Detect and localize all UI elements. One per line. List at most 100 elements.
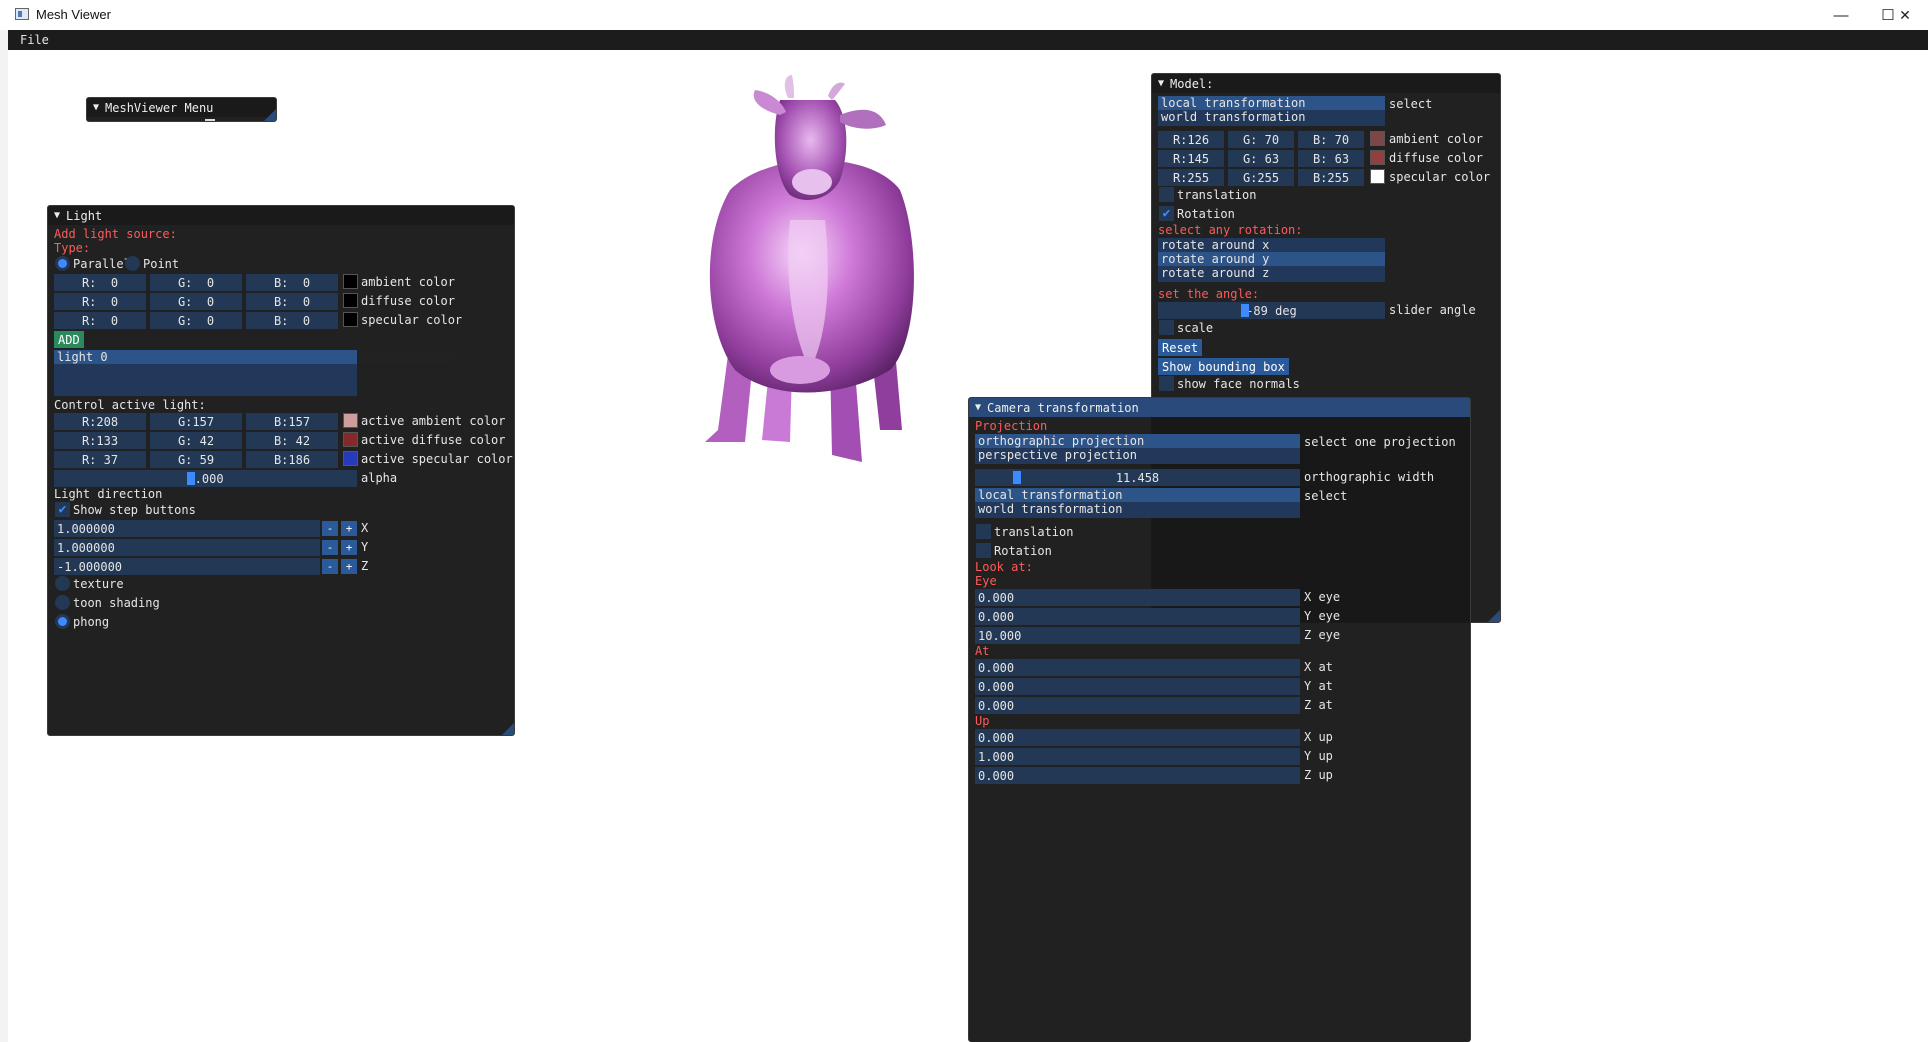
at-x-input[interactable]: 0.000: [975, 659, 1300, 676]
perspective-item[interactable]: perspective projection: [975, 448, 1300, 462]
model-diffuse-swatch[interactable]: [1370, 150, 1385, 165]
ortho-width-grab[interactable]: [1013, 471, 1021, 484]
active-diffuse-b[interactable]: B: 42: [246, 432, 338, 449]
active-ambient-b[interactable]: B:157: [246, 413, 338, 430]
direction-y-input[interactable]: 1.000000: [54, 539, 320, 556]
model-ambient-b[interactable]: B: 70: [1298, 131, 1364, 148]
direction-z-input[interactable]: -1.000000: [54, 558, 320, 575]
direction-x-input[interactable]: 1.000000: [54, 520, 320, 537]
eye-x-input[interactable]: 0.000: [975, 589, 1300, 606]
direction-z-plus-button[interactable]: +: [341, 559, 357, 574]
up-y-input[interactable]: 1.000: [975, 748, 1300, 765]
light-diffuse-swatch[interactable]: [343, 293, 358, 308]
show-bounding-box-button[interactable]: Show bounding box: [1158, 358, 1289, 375]
menu-file[interactable]: File: [20, 33, 49, 47]
model-specular-g[interactable]: G:255: [1228, 169, 1294, 186]
model-ambient-g[interactable]: G: 70: [1228, 131, 1294, 148]
up-x-input[interactable]: 0.000: [975, 729, 1300, 746]
texture-radio[interactable]: [55, 576, 70, 591]
collapse-triangle-icon[interactable]: ▼: [975, 402, 981, 413]
model-ambient-r[interactable]: R:126: [1158, 131, 1224, 148]
camera-rotation-checkbox[interactable]: [976, 543, 991, 558]
angle-slider[interactable]: -89 deg: [1158, 302, 1385, 319]
model-rotation-checkbox[interactable]: ✔: [1159, 206, 1174, 221]
collapse-triangle-icon[interactable]: ▼: [93, 102, 99, 113]
camera-titlebar[interactable]: ▼ Camera transformation: [969, 398, 1470, 417]
ortho-width-slider[interactable]: 11.458: [975, 469, 1300, 486]
alpha-slider[interactable]: 5.000: [54, 470, 357, 487]
active-diffuse-swatch[interactable]: [343, 432, 358, 447]
resize-grip-icon[interactable]: [1488, 610, 1500, 622]
light-titlebar[interactable]: ▼ Light: [48, 206, 514, 225]
active-specular-g[interactable]: G: 59: [150, 451, 242, 468]
at-z-input[interactable]: 0.000: [975, 697, 1300, 714]
active-ambient-g[interactable]: G:157: [150, 413, 242, 430]
model-diffuse-g[interactable]: G: 63: [1228, 150, 1294, 167]
resize-grip-icon[interactable]: [264, 109, 276, 121]
model-diffuse-r[interactable]: R:145: [1158, 150, 1224, 167]
model-ambient-swatch[interactable]: [1370, 131, 1385, 146]
light-ambient-r[interactable]: R: 0: [54, 274, 146, 291]
model-diffuse-b[interactable]: B: 63: [1298, 150, 1364, 167]
model-titlebar[interactable]: ▼ Model:: [1152, 74, 1500, 93]
minimize-button[interactable]: —: [1818, 0, 1864, 30]
parallel-radio[interactable]: [55, 256, 70, 271]
camera-translation-checkbox[interactable]: [976, 524, 991, 539]
light-diffuse-g[interactable]: G: 0: [150, 293, 242, 310]
light-ambient-g[interactable]: G: 0: [150, 274, 242, 291]
phong-radio[interactable]: [55, 614, 70, 629]
up-z-input[interactable]: 0.000: [975, 767, 1300, 784]
collapse-triangle-icon[interactable]: ▼: [1158, 78, 1164, 89]
close-button[interactable]: ✕: [1882, 0, 1928, 30]
direction-y-plus-button[interactable]: +: [341, 540, 357, 555]
model-specular-r[interactable]: R:255: [1158, 169, 1224, 186]
meshviewer-menu-titlebar[interactable]: ▼ MeshViewer Menu: [87, 98, 276, 117]
active-specular-b[interactable]: B:186: [246, 451, 338, 468]
light-specular-r[interactable]: R: 0: [54, 312, 146, 329]
face-normals-checkbox[interactable]: [1159, 376, 1174, 391]
add-light-button[interactable]: ADD: [54, 331, 84, 348]
model-translation-checkbox[interactable]: [1159, 187, 1174, 202]
orthographic-item[interactable]: orthographic projection: [975, 434, 1300, 448]
rotate-y-item[interactable]: rotate around y: [1158, 252, 1385, 266]
model-specular-b[interactable]: B:255: [1298, 169, 1364, 186]
direction-x-plus-button[interactable]: +: [341, 521, 357, 536]
camera-world-transform-item[interactable]: world transformation: [975, 502, 1300, 516]
light-ambient-b[interactable]: B: 0: [246, 274, 338, 291]
light-diffuse-b[interactable]: B: 0: [246, 293, 338, 310]
rotate-z-item[interactable]: rotate around z: [1158, 266, 1385, 280]
model-local-transform-item[interactable]: local transformation: [1158, 96, 1385, 110]
angle-slider-grab[interactable]: [1241, 304, 1249, 317]
direction-z-minus-button[interactable]: -: [322, 559, 338, 574]
listbox-scrollbar[interactable]: [360, 354, 455, 364]
light-specular-b[interactable]: B: 0: [246, 312, 338, 329]
scale-checkbox[interactable]: [1159, 320, 1174, 335]
active-ambient-swatch[interactable]: [343, 413, 358, 428]
light-list-item[interactable]: light 0: [54, 350, 357, 364]
model-world-transform-item[interactable]: world transformation: [1158, 110, 1385, 124]
active-specular-swatch[interactable]: [343, 451, 358, 466]
active-diffuse-r[interactable]: R:133: [54, 432, 146, 449]
direction-x-minus-button[interactable]: -: [322, 521, 338, 536]
light-specular-g[interactable]: G: 0: [150, 312, 242, 329]
light-diffuse-r[interactable]: R: 0: [54, 293, 146, 310]
at-y-input[interactable]: 0.000: [975, 678, 1300, 695]
resize-grip-icon[interactable]: [502, 723, 514, 735]
show-step-checkbox[interactable]: ✔: [55, 502, 70, 517]
reset-button[interactable]: Reset: [1158, 339, 1203, 356]
light-specular-swatch[interactable]: [343, 312, 358, 327]
direction-y-minus-button[interactable]: -: [322, 540, 338, 555]
collapse-triangle-icon[interactable]: ▼: [54, 210, 60, 221]
toon-shading-radio[interactable]: [55, 595, 70, 610]
light-ambient-swatch[interactable]: [343, 274, 358, 289]
active-diffuse-g[interactable]: G: 42: [150, 432, 242, 449]
alpha-slider-grab[interactable]: [187, 472, 195, 485]
eye-z-input[interactable]: 10.000: [975, 627, 1300, 644]
active-specular-r[interactable]: R: 37: [54, 451, 146, 468]
active-ambient-r[interactable]: R:208: [54, 413, 146, 430]
eye-y-input[interactable]: 0.000: [975, 608, 1300, 625]
model-specular-swatch[interactable]: [1370, 169, 1385, 184]
rotate-x-item[interactable]: rotate around x: [1158, 238, 1385, 252]
camera-local-transform-item[interactable]: local transformation: [975, 488, 1300, 502]
point-radio[interactable]: [125, 256, 140, 271]
